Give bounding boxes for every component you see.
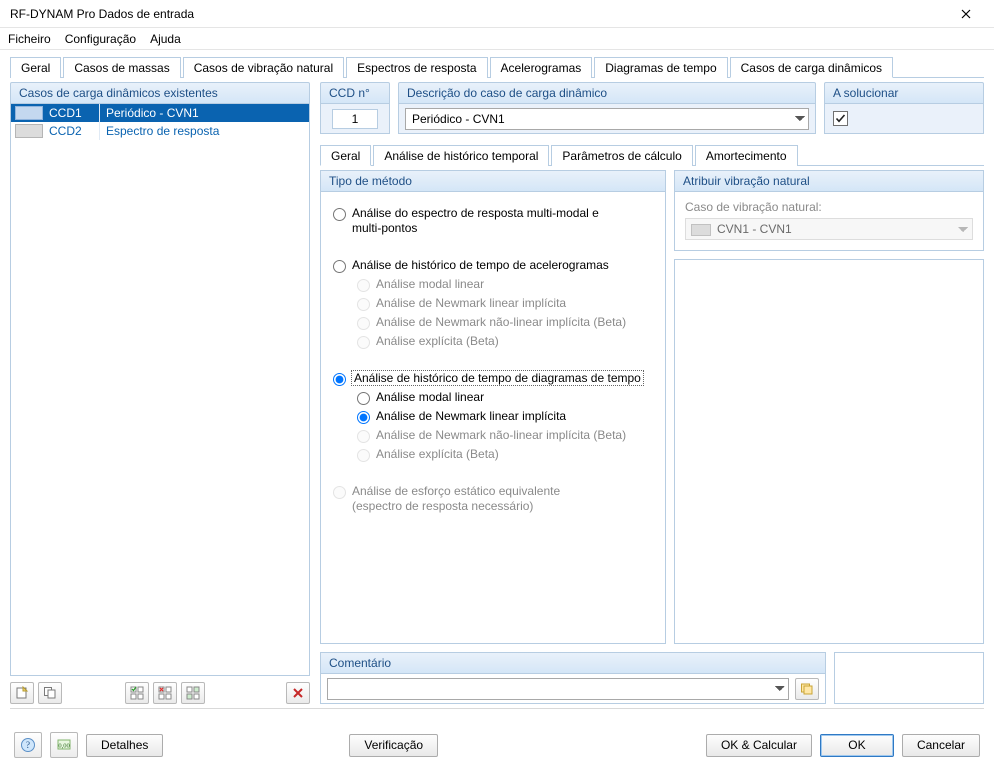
verify-button[interactable]: Verificação [349, 734, 438, 757]
cancel-button[interactable]: Cancelar [902, 734, 980, 757]
window-title: RF-DYNAM Pro Dados de entrada [10, 7, 194, 21]
radio-accel-explicit [357, 336, 370, 349]
radio-accel-newmark-nl [357, 317, 370, 330]
left-panel: Casos de carga dinâmicos existentes CCD1… [10, 82, 310, 704]
case-row[interactable]: CCD2 Espectro de resposta [11, 122, 309, 140]
subtab-parametros[interactable]: Parâmetros de cálculo [551, 145, 692, 166]
tab-casos-massas[interactable]: Casos de massas [63, 57, 180, 78]
radio-timedg-newmark-lin[interactable] [357, 411, 370, 424]
menu-help[interactable]: Ajuda [150, 32, 181, 46]
color-swatch [15, 124, 43, 138]
dialog-buttons: ? 0,00 Detalhes Verificação OK & Calcula… [0, 722, 994, 770]
radio-accel[interactable] [333, 260, 346, 273]
new-case-button[interactable] [10, 682, 34, 704]
close-button[interactable] [946, 1, 986, 27]
title-bar: RF-DYNAM Pro Dados de entrada [0, 0, 994, 28]
solve-checkbox[interactable] [833, 111, 848, 126]
radio-timedg[interactable] [333, 373, 346, 386]
svg-text:0,00: 0,00 [58, 743, 69, 750]
case-desc: Espectro de resposta [100, 124, 309, 138]
color-swatch [15, 106, 43, 120]
ccd-no-input[interactable] [332, 109, 378, 129]
subtab-geral[interactable]: Geral [320, 145, 371, 166]
radio-equiv-static [333, 486, 346, 499]
label-accel: Análise de histórico de tempo de acelero… [352, 258, 609, 273]
radio-spectrum[interactable] [333, 208, 346, 221]
tab-acelerogramas[interactable]: Acelerogramas [490, 57, 593, 78]
tab-casos-carga-dinamicos[interactable]: Casos de carga dinâmicos [730, 57, 893, 78]
case-desc: Periódico - CVN1 [100, 106, 309, 120]
label-timedg: Análise de histórico de tempo de diagram… [352, 371, 643, 386]
ccd-no-header: CCD n° [320, 82, 390, 104]
sub-tabs: Geral Análise de histórico temporal Parâ… [320, 144, 984, 166]
tab-vibracao-natural[interactable]: Casos de vibração natural [183, 57, 344, 78]
label-equiv-static: Análise de esforço estático equivalente … [352, 484, 560, 514]
tab-espectros[interactable]: Espectros de resposta [346, 57, 487, 78]
units-button[interactable]: 0,00 [50, 732, 78, 758]
natvib-header: Atribuir vibração natural [674, 170, 984, 192]
comment-select[interactable] [327, 678, 789, 700]
empty-preview-panel [674, 259, 984, 644]
menu-config[interactable]: Configuração [65, 32, 136, 46]
svg-text:?: ? [26, 740, 30, 750]
ok-calc-button[interactable]: OK & Calcular [706, 734, 812, 757]
right-panel: CCD n° Descrição do caso de carga dinâmi… [320, 82, 984, 704]
tab-geral[interactable]: Geral [10, 57, 61, 78]
case-row[interactable]: CCD1 Periódico - CVN1 [11, 104, 309, 122]
solve-header: A solucionar [824, 82, 984, 104]
radio-timedg-explicit [357, 449, 370, 462]
details-button[interactable]: Detalhes [86, 734, 163, 757]
subtab-historico[interactable]: Análise de histórico temporal [373, 145, 549, 166]
delete-case-button[interactable] [286, 682, 310, 704]
comment-header: Comentário [320, 652, 826, 674]
subtab-amortecimento[interactable]: Amortecimento [695, 145, 798, 166]
case-id: CCD1 [47, 106, 99, 120]
help-button[interactable]: ? [14, 732, 42, 758]
radio-timedg-newmark-nl [357, 430, 370, 443]
menu-bar: Ficheiro Configuração Ajuda [0, 28, 994, 50]
case-desc-header: Descrição do caso de carga dinâmico [398, 82, 816, 104]
case-desc-select[interactable]: Periódico - CVN1 [405, 108, 809, 130]
check-all-button[interactable] [125, 682, 149, 704]
ok-button[interactable]: OK [820, 734, 894, 757]
natvib-select [685, 218, 973, 240]
comment-pick-button[interactable] [795, 678, 819, 700]
copy-case-button[interactable] [38, 682, 62, 704]
radio-accel-linear [357, 279, 370, 292]
dialog-body: Geral Casos de massas Casos de vibração … [0, 50, 994, 717]
left-header: Casos de carga dinâmicos existentes [10, 82, 310, 104]
case-id: CCD2 [47, 124, 99, 138]
radio-timedg-linear[interactable] [357, 392, 370, 405]
radio-accel-newmark-lin [357, 298, 370, 311]
method-panel: Análise do espectro de resposta multi-mo… [320, 192, 666, 644]
uncheck-all-button[interactable] [153, 682, 177, 704]
left-toolbar [10, 676, 310, 704]
natvib-label: Caso de vibração natural: [685, 200, 973, 214]
method-header: Tipo de método [320, 170, 666, 192]
blank-right-panel [834, 652, 984, 704]
menu-file[interactable]: Ficheiro [8, 32, 51, 46]
label-spectrum: Análise do espectro de resposta multi-mo… [352, 206, 602, 236]
toggle-check-button[interactable] [181, 682, 205, 704]
main-tabs: Geral Casos de massas Casos de vibração … [10, 56, 984, 78]
case-list[interactable]: CCD1 Periódico - CVN1 CCD2 Espectro de r… [10, 104, 310, 676]
natvib-panel: Caso de vibração natural: CVN1 - CVN1 [674, 192, 984, 251]
tab-diagramas-tempo[interactable]: Diagramas de tempo [594, 57, 727, 78]
